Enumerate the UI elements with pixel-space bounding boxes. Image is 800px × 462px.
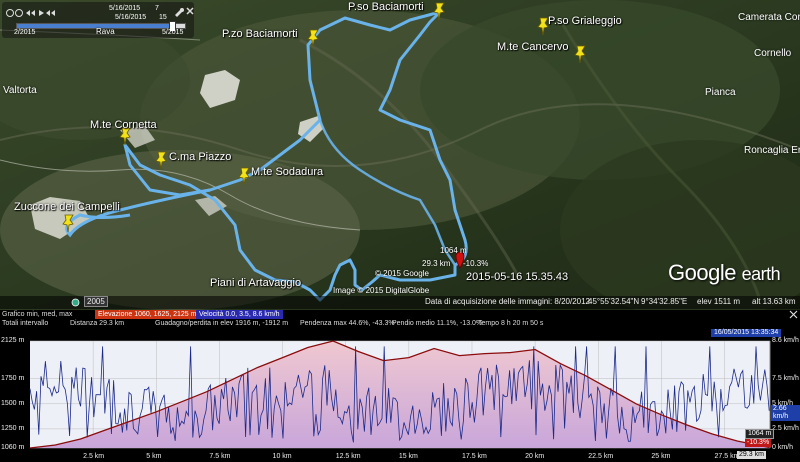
rewind-icon bbox=[26, 10, 35, 16]
distance-total: Distanza 29.3 km bbox=[70, 320, 125, 327]
time-slider-date-mid: 5/16/2015 bbox=[115, 14, 147, 21]
historical-imagery-icon bbox=[71, 298, 80, 307]
placemark-label[interactable]: Piani di Artavaggio bbox=[210, 277, 301, 289]
x-tick-label: 7.5 km bbox=[209, 453, 231, 460]
cursor-date: 16/05/2015 13:35:34 bbox=[711, 329, 782, 337]
imagery-year-badge[interactable]: 2005 bbox=[84, 296, 108, 307]
profile-info-row-2: Totali intervallo Distanza 29.3 km Guada… bbox=[0, 319, 800, 328]
y-tick-label: 1060 m bbox=[1, 444, 25, 451]
time-slider-buttons[interactable] bbox=[5, 8, 65, 18]
x-tick-label: 15 km bbox=[398, 453, 418, 460]
play-icon bbox=[39, 10, 44, 16]
zoom-out-icon bbox=[15, 9, 23, 17]
cursor-distance: 29.3 km bbox=[422, 259, 451, 268]
elevation-summary[interactable]: Elevazione 1060, 1625, 2125 m bbox=[95, 310, 200, 319]
elevation-profile[interactable]: 16/05/2015 13:35:34 2125 m 8.6 km/h 1750 m… bbox=[0, 328, 800, 462]
graph-label: Grafico min, med, max bbox=[2, 311, 73, 318]
x-tick-label: 27.5 km bbox=[714, 453, 740, 460]
x-tick-label: 17.5 km bbox=[461, 453, 487, 460]
elevation-readout: elev 1511 m bbox=[697, 297, 740, 306]
x-tick-label: 2.5 km bbox=[83, 453, 105, 460]
cursor-timestamp: 2015-05-16 15.35.43 bbox=[466, 271, 569, 283]
town-label[interactable]: Rava bbox=[96, 27, 115, 36]
town-label[interactable]: Camerata Cornello bbox=[738, 12, 800, 23]
speed-summary[interactable]: Velocità 0.0, 3.5, 8.6 km/h bbox=[196, 310, 283, 319]
placemark-label[interactable]: P.so Baciamorti bbox=[348, 1, 424, 13]
time-slider-count-mid: 15 bbox=[159, 14, 167, 21]
town-label[interactable]: Valtorta bbox=[3, 85, 37, 96]
speed-at-cursor: 2.66 km/h bbox=[771, 405, 800, 421]
y-tick-label: 1750 m bbox=[1, 374, 25, 382]
status-bar: 2005 Data di acquisizione delle immagini… bbox=[0, 296, 800, 309]
grade-at-cursor: -10.3% bbox=[745, 439, 772, 447]
time-slider-left-label: 2/2015 bbox=[14, 29, 36, 36]
elevation-profile-chart[interactable] bbox=[0, 328, 800, 462]
max-grade-total: Pendenza max 44.6%, -43.3% bbox=[300, 320, 395, 327]
placemark-label[interactable]: M.te Cancervo bbox=[497, 41, 569, 53]
placemark-label[interactable]: C.ma Piazzo bbox=[169, 151, 231, 163]
y-tick-label: 1250 m bbox=[1, 424, 25, 432]
profile-info-row-1: Grafico min, med, max Elevazione 1060, 1… bbox=[0, 310, 800, 319]
placemark-label[interactable]: M.te Sodadura bbox=[251, 166, 323, 178]
cursor-elevation: 1064 m bbox=[440, 246, 467, 255]
imagery-date: Data di acquisizione delle immagini: 8/2… bbox=[425, 297, 590, 306]
x-tick-label: 20 km bbox=[525, 453, 545, 460]
close-icon bbox=[186, 7, 194, 15]
time-slider-fill bbox=[17, 24, 172, 28]
speed-tick-label: 0 km/h bbox=[772, 444, 794, 451]
placemark-label[interactable]: M.te Cornetta bbox=[90, 119, 157, 131]
x-tick-label: 5 km bbox=[146, 453, 162, 460]
time-slider-date-top: 5/16/2015 bbox=[109, 5, 141, 12]
google-earth-logo: Google earth bbox=[668, 260, 781, 285]
placemark-label[interactable]: Zuccone dei Campelli bbox=[14, 201, 120, 213]
eye-altitude-readout: alt 13.63 km bbox=[752, 297, 796, 306]
distance-at-cursor: 29.3 km bbox=[737, 451, 766, 459]
step-icon bbox=[46, 10, 55, 16]
avg-grade-total: Pendio medio 11.1%, -13.0% bbox=[392, 320, 483, 327]
longitude-readout: 9°34'32.85"E bbox=[641, 297, 688, 306]
time-slider-count-top: 7 bbox=[155, 5, 159, 12]
gain-loss-total: Guadagno/perdita in elev 1916 m, -1912 m bbox=[155, 320, 289, 327]
time-slider-right-label: 5/2015 bbox=[162, 29, 184, 36]
town-label[interactable]: Cornello bbox=[754, 48, 791, 59]
time-slider-controls[interactable] bbox=[172, 5, 196, 19]
x-tick-label: 25 km bbox=[651, 453, 671, 460]
zoom-in-icon bbox=[6, 9, 14, 17]
close-icon[interactable] bbox=[789, 310, 798, 319]
speed-tick-label: 2.5 km/h bbox=[772, 424, 799, 432]
totals-label: Totali intervallo bbox=[2, 320, 49, 327]
x-tick-label: 10 km bbox=[272, 453, 292, 460]
placemark-label[interactable]: P.zo Baciamorti bbox=[222, 28, 298, 40]
latitude-readout: 45°55'32.54"N bbox=[588, 297, 640, 306]
speed-tick-label: 8.6 km/h bbox=[772, 337, 799, 344]
speed-tick-label: 7.5 km/h bbox=[772, 374, 799, 382]
time-total: Tempo 8 h 20 m 50 s bbox=[478, 320, 544, 327]
y-tick-label: 1500 m bbox=[1, 399, 25, 407]
copyright-digitalglobe: Image © 2015 DigitalGlobe bbox=[333, 286, 430, 295]
cursor-grade: -10.3% bbox=[463, 259, 489, 268]
wrench-icon bbox=[175, 8, 184, 17]
map-view[interactable]: 5/16/2015 7 5/16/2015 15 2/2015 5/2015 P… bbox=[0, 0, 800, 310]
town-label[interactable]: Roncaglia En bbox=[744, 145, 800, 156]
elevation-at-cursor: 1064 m bbox=[745, 429, 775, 439]
copyright-google: © 2015 Google bbox=[375, 269, 429, 278]
x-tick-label: 22.5 km bbox=[588, 453, 614, 460]
y-tick-label: 2125 m bbox=[1, 337, 25, 344]
town-label[interactable]: Pianca bbox=[705, 87, 736, 98]
x-tick-label: 12.5 km bbox=[335, 453, 361, 460]
placemark-label[interactable]: P.so Grialeggio bbox=[548, 15, 622, 27]
